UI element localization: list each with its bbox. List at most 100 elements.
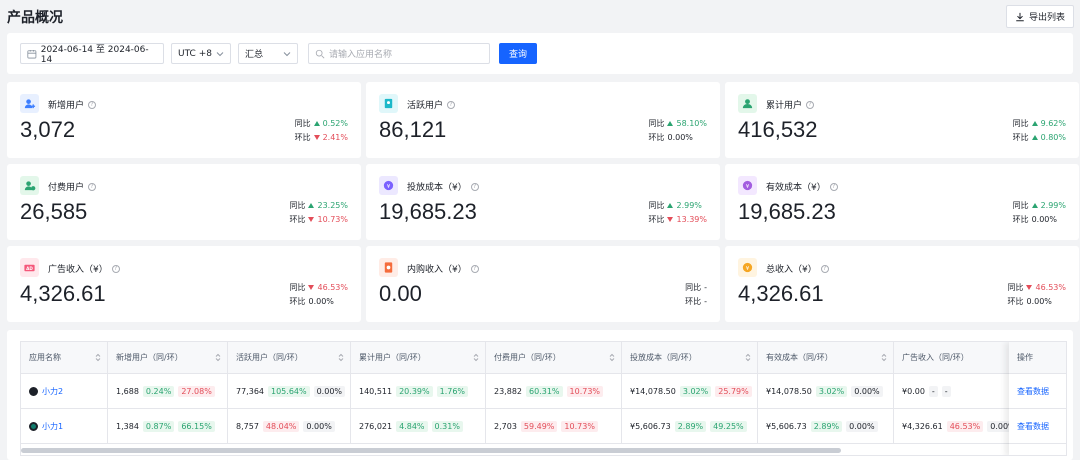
compare-chip: 0.00%	[846, 420, 878, 432]
sort-icon[interactable]	[745, 353, 751, 362]
app-icon	[29, 386, 38, 396]
metric-card: 内购收入（¥）? 0.00 同比 - 环比 -	[366, 246, 720, 322]
help-icon[interactable]: ?	[88, 182, 97, 191]
help-icon[interactable]: ?	[447, 100, 456, 109]
metric-cell: 77,364 105.64% 0.00%	[228, 374, 351, 408]
aggregate-select[interactable]: 汇总	[238, 43, 298, 64]
column-header[interactable]: 活跃用户（同/环）	[228, 342, 351, 373]
trend-up-icon	[667, 120, 674, 126]
help-icon[interactable]: ?	[88, 100, 97, 109]
compare-chip: 0.87%	[142, 420, 175, 432]
mom-compare: 环比 2.41%	[294, 132, 348, 142]
compare-chip: -	[941, 385, 951, 397]
chevron-down-icon	[216, 51, 224, 56]
date-range-picker[interactable]: 2024-06-14 至 2024-06-14	[20, 43, 164, 65]
help-icon[interactable]: ?	[470, 264, 479, 273]
metric-compare: 同比 58.10% 环比 0.00%	[648, 116, 707, 144]
trend-up-icon	[1031, 134, 1038, 140]
metric-compare: 同比 2.99% 环比 13.39%	[648, 198, 707, 226]
mom-compare: 环比 10.73%	[289, 214, 348, 224]
date-range-value: 2024-06-14 至 2024-06-14	[40, 45, 149, 65]
metric-card: ¥ 有效成本（¥）? 19,685.23 同比 2.99% 环比 0.00%	[725, 164, 1079, 240]
app-name-cell[interactable]: 小力1	[21, 409, 108, 443]
metric-value: 19,685.23	[738, 199, 836, 224]
metric-cell: ¥14,078.50 3.02% 25.79%	[622, 374, 758, 408]
compare-chip: 66.15%	[178, 420, 215, 432]
chevron-down-icon	[283, 51, 291, 56]
sort-icon[interactable]	[881, 353, 887, 362]
help-icon[interactable]: ?	[111, 264, 120, 273]
svg-text:¥: ¥	[746, 266, 750, 272]
compare-chip: 48.04%	[262, 420, 300, 432]
horizontal-scrollbar[interactable]	[21, 448, 841, 453]
column-header[interactable]: 新增用户（同/环）	[108, 342, 228, 373]
metric-card: AD 广告收入（¥）? 4,326.61 同比 46.53% 环比 0.00%	[7, 246, 361, 322]
metric-label: 新增用户?	[48, 98, 97, 111]
sort-icon[interactable]	[95, 353, 101, 362]
column-header[interactable]: 有效成本（同/环）	[758, 342, 894, 373]
metric-card: ¥ 总收入（¥）? 4,326.61 同比 46.53% 环比 0.00%	[725, 246, 1079, 322]
help-icon[interactable]: ?	[829, 182, 838, 191]
mom-compare: 环比 0.00%	[1007, 296, 1052, 306]
ad-revenue-icon: AD	[20, 258, 39, 277]
trend-down-icon	[1026, 284, 1033, 290]
compare-chip: 60.31%	[526, 385, 563, 397]
paying-user-icon	[20, 176, 39, 195]
column-header[interactable]: 累计用户（同/环）	[351, 342, 486, 373]
help-icon[interactable]: ?	[820, 264, 829, 273]
metric-value: 4,326.61	[738, 281, 824, 306]
sort-icon[interactable]	[338, 353, 344, 362]
table-row: 小力2 1,688 0.24% 27.08% 77,364 105.64% 0.00% 140…	[21, 374, 1066, 409]
app-table-panel: 应用名称 新增用户（同/环） 活跃用户（同/环） 累计用户（同/环） 付费用户（同/环）…	[7, 330, 1073, 460]
view-data-link[interactable]: 查看数据	[1009, 409, 1066, 444]
help-icon[interactable]: ?	[806, 100, 815, 109]
aggregate-value: 汇总	[245, 50, 264, 60]
column-header[interactable]: 投放成本（同/环）	[622, 342, 758, 373]
metric-cell: 8,757 48.04% 0.00%	[228, 409, 351, 443]
timezone-select[interactable]: UTC +8	[171, 43, 231, 64]
app-name-link[interactable]: 小力2	[42, 386, 63, 397]
metric-cell: 1,384 0.87% 66.15%	[108, 409, 228, 443]
column-header[interactable]: 应用名称	[21, 342, 108, 373]
mom-compare: 环比 -	[685, 296, 707, 306]
app-search-input[interactable]: 请输入应用名称	[308, 43, 490, 64]
help-icon[interactable]: ?	[470, 182, 479, 191]
view-data-link[interactable]: 查看数据	[1009, 374, 1066, 409]
timezone-value: UTC +8	[178, 48, 212, 59]
export-list-button[interactable]: 导出列表	[1005, 5, 1074, 28]
yoy-compare: 同比 46.53%	[289, 282, 348, 292]
metric-label: 活跃用户?	[407, 98, 456, 111]
user-add-icon	[20, 94, 39, 113]
app-name-link[interactable]: 小力1	[42, 421, 63, 432]
compare-chip: 10.73%	[561, 420, 598, 432]
column-header[interactable]: 付费用户（同/环）	[486, 342, 622, 373]
sort-icon[interactable]	[473, 353, 479, 362]
compare-chip: 10.73%	[566, 385, 604, 397]
mom-compare: 环比 0.80%	[1012, 132, 1066, 142]
effective-cost-icon: ¥	[738, 176, 757, 195]
mom-compare: 环比 0.00%	[289, 296, 334, 306]
svg-text:¥: ¥	[746, 184, 750, 190]
metric-card: 付费用户? 26,585 同比 23.25% 环比 10.73%	[7, 164, 361, 240]
column-header: 操作	[1009, 342, 1066, 374]
query-button[interactable]: 查询	[499, 43, 537, 64]
compare-chip: 25.79%	[715, 385, 752, 397]
app-name-cell[interactable]: 小力2	[21, 374, 108, 408]
metric-value: 416,532	[738, 117, 818, 142]
metric-compare: 同比 0.52% 环比 2.41%	[295, 116, 348, 144]
metric-card: 累计用户? 416,532 同比 9.62% 环比 0.80%	[725, 82, 1079, 158]
metric-value: 19,685.23	[379, 199, 477, 224]
yoy-compare: 同比 2.99%	[1012, 200, 1066, 210]
search-icon	[315, 49, 325, 58]
metric-compare: 同比 23.25% 环比 10.73%	[289, 198, 348, 226]
metric-value: 3,072	[20, 117, 76, 142]
metric-value: 26,585	[20, 199, 88, 224]
metric-compare: 同比 46.53% 环比 0.00%	[289, 280, 348, 308]
compare-chip: -	[928, 385, 938, 397]
sort-icon[interactable]	[609, 353, 615, 362]
ad-cost-icon: ¥	[379, 176, 398, 195]
sort-icon[interactable]	[215, 353, 221, 362]
svg-text:¥: ¥	[387, 184, 391, 190]
metric-label: 有效成本（¥）?	[766, 180, 838, 193]
total-user-icon	[738, 94, 757, 113]
